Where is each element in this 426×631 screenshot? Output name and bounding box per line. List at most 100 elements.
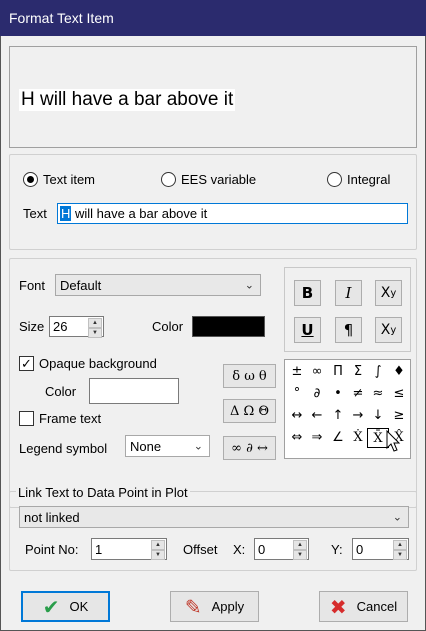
symbol-plus-minus[interactable]: ± [286,362,308,382]
superscript-button[interactable]: Xy [375,317,402,343]
symbol-down-arrow[interactable]: ↓ [367,406,389,426]
legend-symbol-select[interactable]: None ⌄ [125,435,210,457]
apply-button[interactable]: ✎ Apply [170,591,259,622]
opaque-background-checkbox[interactable]: ✓ Opaque background [19,356,157,371]
size-label: Size [19,319,45,334]
radio-ees-variable[interactable]: EES variable [161,172,256,187]
spin-up-icon[interactable]: ▲ [293,540,307,550]
close-icon: ✖ [329,594,347,619]
radio-integral-label: Integral [347,172,391,187]
radio-integral[interactable]: Integral [327,172,390,187]
font-label: Font [19,278,46,293]
symbol-greater-equal[interactable]: ≥ [388,406,410,426]
frame-check-box[interactable] [19,411,34,426]
cancel-button[interactable]: ✖ Cancel [319,591,408,622]
apply-label: Apply [211,599,245,614]
color-label: Color [152,319,184,334]
offset-x-spin-buttons[interactable]: ▲ ▼ [293,540,307,560]
preview-text: H will have a bar above it [19,89,236,111]
symbol-approx[interactable]: ≈ [367,384,389,404]
frame-text-checkbox[interactable]: Frame text [19,411,101,426]
symbol-double-arrow[interactable]: ⇔ [286,428,308,448]
radio-integral-dot[interactable] [327,172,342,187]
chevron-down-icon: ⌄ [244,279,254,292]
offset-y-spin-buttons[interactable]: ▲ ▼ [393,540,407,560]
link-select-value: not linked [24,509,80,525]
italic-button[interactable]: I [335,280,362,306]
size-value: 26 [53,319,68,334]
point-no-stepper[interactable]: 1 ▲ ▼ [91,538,167,560]
subscript-sample: y [390,287,397,299]
paragraph-button[interactable]: ¶ [335,317,362,343]
opaque-check-icon[interactable]: ✓ [19,356,34,371]
subscript-base: X [380,285,391,301]
symbol-x-dot[interactable]: Ẋ [347,428,369,448]
window-title: Format Text Item [9,10,114,26]
offset-x-stepper[interactable]: 0 ▲ ▼ [254,538,309,560]
symbol-angle[interactable]: ∠ [327,428,349,448]
radio-text-item[interactable]: Text item [23,172,95,187]
subscript-button[interactable]: Xy [375,280,402,306]
spin-down-icon[interactable]: ▼ [293,550,307,560]
superscript-sample: y [390,324,397,336]
symbol-integral[interactable]: ∫ [367,362,389,382]
ok-label: OK [69,599,89,614]
point-no-label: Point No: [25,542,79,557]
color-swatch[interactable] [192,316,265,337]
symbol-bullet[interactable]: • [327,384,349,404]
math-symbols-button[interactable]: ∞ ∂ ↔ [223,436,276,460]
symbol-diamond[interactable]: ♦ [388,362,410,382]
offset-label: Offset [183,542,218,557]
symbol-infinity[interactable]: ∞ [306,362,328,382]
bold-button[interactable]: B [294,280,321,306]
symbol-left-right-arrow[interactable]: ↔ [286,406,308,426]
symbol-less-equal[interactable]: ≤ [388,384,410,404]
offset-x-label: X: [233,542,246,557]
ok-button[interactable]: ✔ OK [21,591,110,622]
chevron-down-icon: ⌄ [392,511,402,524]
symbol-up-arrow[interactable]: ↑ [327,406,349,426]
mouse-cursor-icon [386,430,401,452]
offset-y-value: 0 [356,541,364,557]
point-spin-buttons[interactable]: ▲ ▼ [151,540,165,560]
opaque-background-label: Opaque background [39,356,157,371]
spin-up-icon[interactable]: ▲ [151,540,165,550]
background-color-swatch[interactable] [89,378,179,404]
symbol-product[interactable]: Π [327,362,349,382]
spin-down-icon[interactable]: ▼ [393,550,407,560]
text-preview: H will have a bar above it [9,46,417,148]
checkmark-icon: ✔ [42,594,60,619]
text-input-value: will have a bar above it [71,206,208,221]
symbol-implies[interactable]: ⇒ [306,428,328,448]
title-bar: Format Text Item [0,0,426,36]
text-input[interactable]: H will have a bar above it [57,203,408,224]
superscript-base: X [380,322,391,338]
font-select[interactable]: Default ⌄ [55,274,261,296]
symbol-left-arrow[interactable]: ← [306,406,328,426]
symbol-not-equal[interactable]: ≠ [347,384,369,404]
underline-button[interactable]: U [294,317,321,343]
radio-text-item-dot[interactable] [23,172,38,187]
spin-up-icon[interactable]: ▲ [393,540,407,550]
symbol-partial[interactable]: ∂ [306,384,328,404]
cancel-label: Cancel [356,599,398,614]
spin-down-icon[interactable]: ▼ [88,328,102,338]
spin-down-icon[interactable]: ▼ [151,550,165,560]
text-input-selection: H [60,206,72,221]
paint-brush-icon: ✎ [184,594,202,619]
radio-text-item-label: Text item [43,172,96,187]
symbol-degree[interactable]: ° [286,384,308,404]
radio-ees-variable-dot[interactable] [161,172,176,187]
radio-ees-variable-label: EES variable [181,172,257,187]
greek-upper-button[interactable]: Δ Ω Θ [223,399,276,423]
offset-y-stepper[interactable]: 0 ▲ ▼ [352,538,409,560]
spin-up-icon[interactable]: ▲ [88,318,102,328]
size-spin-buttons[interactable]: ▲ ▼ [88,318,102,338]
link-group-label: Link Text to Data Point in Plot [16,485,190,500]
symbol-right-arrow[interactable]: → [347,406,369,426]
greek-lower-button[interactable]: δ ω θ [223,364,276,388]
link-select[interactable]: not linked ⌄ [19,506,409,528]
type-group [9,154,417,250]
symbol-sum[interactable]: Σ [347,362,369,382]
size-stepper[interactable]: 26 ▲ ▼ [49,316,104,338]
